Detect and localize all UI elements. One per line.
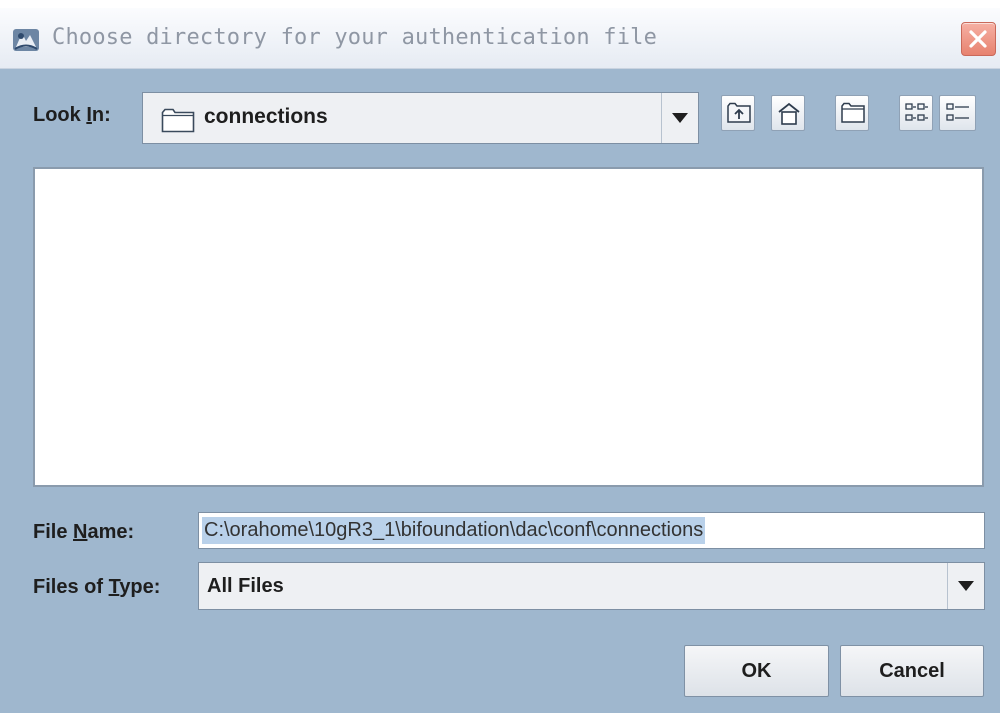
- files-of-type-value: All Files: [207, 575, 284, 597]
- file-name-input[interactable]: C:\orahome\10gR3_1\bifoundation\dac\conf…: [198, 512, 985, 549]
- cancel-button[interactable]: Cancel: [840, 645, 984, 697]
- window-title: Choose directory for your authentication…: [52, 25, 658, 50]
- details-view-button[interactable]: [939, 95, 976, 131]
- look-in-dropdown-arrow[interactable]: [661, 93, 698, 143]
- java-duke-app-icon: [12, 27, 40, 53]
- file-name-label: File Name:: [33, 521, 135, 543]
- look-in-value: connections: [204, 105, 328, 128]
- file-name-value: C:\orahome\10gR3_1\bifoundation\dac\conf…: [202, 517, 706, 544]
- files-of-type-combo[interactable]: All Files: [198, 562, 985, 610]
- files-of-type-dropdown-arrow[interactable]: [947, 563, 984, 609]
- new-folder-button[interactable]: [835, 95, 869, 131]
- ok-button[interactable]: OK: [684, 645, 829, 697]
- up-one-level-button[interactable]: [721, 95, 755, 131]
- files-of-type-label: Files of Type:: [33, 576, 161, 598]
- look-in-combo[interactable]: connections: [142, 92, 699, 144]
- file-chooser-dialog: Choose directory for your authentication…: [0, 0, 1000, 713]
- folder-icon: [161, 107, 195, 138]
- look-in-label: Look In:: [33, 104, 111, 126]
- title-bar[interactable]: Choose directory for your authentication…: [0, 8, 1000, 69]
- file-list[interactable]: [33, 167, 984, 487]
- list-view-button[interactable]: [899, 95, 933, 131]
- home-button[interactable]: [771, 95, 805, 131]
- close-button[interactable]: [961, 22, 996, 56]
